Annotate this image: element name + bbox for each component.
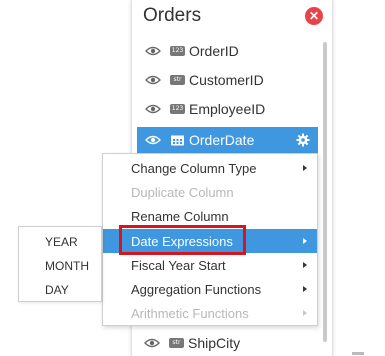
menu-item-change-column-type[interactable]: Change Column Type (103, 156, 317, 180)
calendar-icon (171, 135, 184, 146)
panel-scrollbar[interactable] (323, 42, 327, 342)
date-expressions-submenu: YEAR MONTH DAY (18, 226, 102, 302)
column-name: CustomerID (189, 72, 264, 88)
menu-item-arithmetic-functions[interactable]: Arithmetic Functions (103, 301, 317, 325)
column-context-menu: Change Column Type Duplicate Column Rena… (102, 153, 318, 326)
chevron-right-icon (303, 238, 307, 244)
column-row-employeeid[interactable]: 123 EmployeeID (137, 96, 318, 122)
gear-icon[interactable] (296, 133, 310, 147)
column-name: OrderDate (189, 132, 255, 148)
eye-icon[interactable] (145, 135, 161, 145)
string-type-icon: str (169, 338, 184, 348)
column-name: ShipCity (188, 335, 241, 351)
eye-icon[interactable] (144, 338, 160, 348)
panel-title: Orders (143, 5, 202, 26)
chevron-right-icon (303, 165, 307, 171)
column-row-shipcity[interactable]: str ShipCity (136, 330, 317, 356)
submenu-item-month[interactable]: MONTH (45, 259, 89, 273)
column-row-customerid[interactable]: str CustomerID (137, 67, 318, 93)
column-row-orderdate[interactable]: OrderDate (137, 127, 318, 153)
resize-handle[interactable] (352, 352, 364, 355)
column-name: EmployeeID (189, 101, 266, 117)
submenu-item-year[interactable]: YEAR (45, 235, 78, 249)
number-type-icon: 123 (170, 104, 185, 114)
submenu-item-day[interactable]: DAY (45, 283, 69, 297)
number-type-icon: 123 (170, 46, 185, 56)
eye-icon[interactable] (145, 104, 161, 114)
chevron-right-icon (303, 310, 307, 316)
menu-item-duplicate-column[interactable]: Duplicate Column (103, 180, 317, 204)
menu-item-date-expressions[interactable]: Date Expressions (103, 225, 317, 255)
eye-icon[interactable] (145, 75, 161, 85)
string-type-icon: str (170, 75, 185, 85)
chevron-right-icon (303, 286, 307, 292)
column-row-orderid[interactable]: 123 OrderID (137, 38, 318, 64)
eye-icon[interactable] (145, 46, 161, 56)
column-name: OrderID (189, 43, 239, 59)
close-button[interactable]: ✕ (305, 7, 323, 25)
menu-item-aggregation-functions[interactable]: Aggregation Functions (103, 277, 317, 301)
chevron-right-icon (303, 262, 307, 268)
highlight-annotation (119, 225, 246, 255)
menu-item-fiscal-year-start[interactable]: Fiscal Year Start (103, 253, 317, 277)
